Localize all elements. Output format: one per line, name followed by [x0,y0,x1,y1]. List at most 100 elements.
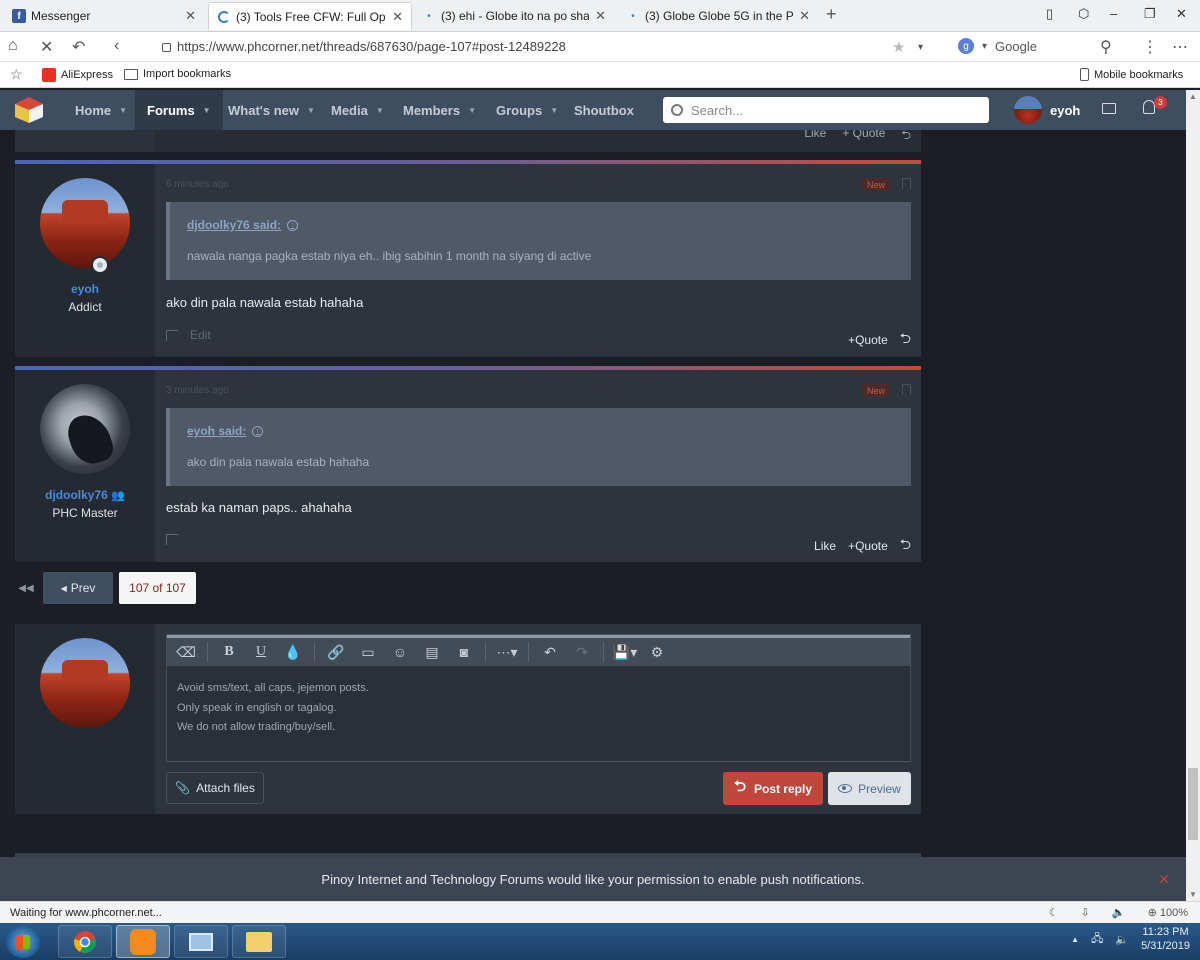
quote-button[interactable]: +Quote [848,333,888,347]
uc-browser-taskbar-icon[interactable] [116,925,170,958]
scroll-down-icon[interactable]: ▼ [1189,890,1197,899]
volume-icon[interactable]: 🔈 [1112,906,1126,919]
drafts-icon[interactable]: 💾▾ [610,640,640,664]
edit-button[interactable]: Edit [190,328,211,342]
arrow-up-icon[interactable]: ↑ [252,425,264,437]
search-engine-selector[interactable]: g ▾ Google [958,38,1037,54]
close-tab-icon[interactable]: ✕ [392,9,403,25]
reply-editor[interactable]: ⌫ B U 💧 🔗 ▭ ☺ ▤ ◙ ⋯▾ ↶ ↷ 💾▾ ⚙ Avoid sms/… [166,634,911,762]
nav-whats-new[interactable]: What's new ▼ [216,90,327,130]
page-scrollbar[interactable]: ▲ ▼ [1186,90,1200,901]
minimize-icon[interactable]: – [1110,6,1117,21]
reply-icon[interactable]: ⮌ [901,130,911,147]
star-icon[interactable]: ☆ [10,66,23,83]
post-username[interactable]: djdoolky76 👥 [15,488,155,502]
preview-button[interactable]: Preview [828,772,911,805]
site-logo[interactable] [14,96,44,124]
report-flag-icon[interactable] [166,329,178,341]
bookmark-star-icon[interactable]: ★ [892,38,905,56]
settings-gear-icon[interactable]: ⚙ [642,640,672,664]
camera-icon[interactable]: ◙ [449,640,479,664]
mail-icon[interactable] [1102,103,1116,114]
more-icon[interactable]: ⋯ [1172,37,1188,57]
start-button[interactable] [6,926,40,958]
nav-forums[interactable]: Forums ▼ [135,90,223,130]
image-icon[interactable]: ▭ [353,640,383,664]
close-tab-icon[interactable]: ✕ [185,8,196,24]
redo-icon[interactable]: ↷ [567,640,597,664]
bookmark-icon[interactable] [902,178,911,189]
post-time[interactable]: 6 minutes ago [166,179,229,190]
home-icon[interactable]: ⌂ [8,37,18,55]
chevron-down-icon[interactable]: ▼ [203,106,211,115]
tab-tools-free-cfw[interactable]: (3) Tools Free CFW: Full Open ✕ [208,2,412,30]
back-icon[interactable]: ‹ [114,37,119,55]
first-page-icon[interactable]: ◀◀ [15,572,37,604]
quote-button[interactable]: + Quote [842,130,885,147]
bookmark-import[interactable]: Import bookmarks [124,68,231,80]
chevron-down-icon[interactable]: ▼ [307,106,315,115]
chevron-down-icon[interactable]: ▾ [918,42,923,53]
maximize-icon[interactable]: ❐ [1144,6,1156,22]
speaker-icon[interactable]: 🔈 [1115,933,1129,946]
menu-icon[interactable]: ⋮ [1142,37,1158,57]
bookmark-icon[interactable] [902,384,911,395]
nav-home[interactable]: Home ▼ [63,90,139,130]
chevron-down-icon[interactable]: ▼ [376,106,384,115]
zoom-control[interactable]: ⊕ 100% [1148,906,1188,919]
download-icon[interactable]: ⇩ [1081,906,1090,919]
close-tab-icon[interactable]: ✕ [595,8,606,24]
stop-loading-icon[interactable]: ✕ [40,37,53,57]
account-menu[interactable]: eyoh [1014,96,1080,124]
scroll-up-icon[interactable]: ▲ [1189,92,1197,101]
scrollbar-thumb[interactable] [1188,768,1198,840]
undo-icon[interactable]: ↶ [535,640,565,664]
quote-button[interactable]: +Quote [848,539,888,553]
bookmark-aliexpress[interactable]: AliExpress [42,68,113,82]
close-window-icon[interactable]: ✕ [1176,6,1187,22]
arrow-up-icon[interactable]: ↑ [287,219,299,231]
reply-icon[interactable]: ⮌ [900,534,911,558]
search-icon[interactable]: ⚲ [1100,37,1112,57]
explorer-taskbar-icon[interactable] [232,925,286,958]
chrome-taskbar-icon[interactable] [58,925,112,958]
tab-messenger[interactable]: f Messenger ✕ [4,2,204,30]
post-reply-button[interactable]: ⮌ Post reply [723,772,823,805]
tab-globe-share[interactable]: • (3) ehi - Globe ito na po share ✕ [414,2,614,30]
nav-media[interactable]: Media ▼ [319,90,396,130]
nav-shoutbox[interactable]: Shoutbox [562,90,646,130]
link-icon[interactable]: 🔗 [321,640,351,664]
url-field[interactable]: https://www.phcorner.net/threads/687630/… [162,39,566,54]
extensions-icon[interactable]: ⬡ [1078,6,1089,22]
more-options-icon[interactable]: ⋯▾ [492,640,522,664]
undo-close-icon[interactable]: ↶ [72,37,85,57]
page-jump-button[interactable]: 107 of 107 [119,572,196,604]
like-button[interactable]: Like [804,130,826,147]
clock[interactable]: 11:23 PM 5/31/2019 [1141,925,1190,953]
site-search-input[interactable]: Search... [663,97,989,123]
night-mode-icon[interactable]: ☾ [1049,906,1059,919]
reply-icon[interactable]: ⮌ [900,328,911,352]
mobile-bookmarks[interactable]: Mobile bookmarks [1080,68,1183,81]
prev-page-button[interactable]: ◀ Prev [43,572,113,604]
text-color-icon[interactable]: 💧 [278,640,308,664]
avatar[interactable] [40,178,130,268]
quote-author[interactable]: eyoh said: ↑ [187,424,264,438]
like-button[interactable]: Like [814,539,836,553]
quote-author[interactable]: djdoolky76 said: ↑ [187,218,299,232]
nav-members[interactable]: Members ▼ [391,90,488,130]
close-icon[interactable]: ✕ [1158,871,1170,888]
new-tab-icon[interactable]: + [826,4,837,25]
post-username[interactable]: eyoh [15,282,155,296]
gif-icon[interactable]: ▤ [417,640,447,664]
show-hidden-icons[interactable]: ▲ [1071,935,1079,944]
chevron-down-icon[interactable]: ▼ [550,106,558,115]
avatar[interactable] [40,384,130,474]
nav-groups[interactable]: Groups ▼ [484,90,570,130]
chevron-down-icon[interactable]: ▼ [119,106,127,115]
network-icon[interactable]: 🖧 [1091,930,1103,949]
tab-strip-icon[interactable]: ▯ [1046,6,1053,22]
clear-formatting-icon[interactable]: ⌫ [171,640,201,664]
bold-icon[interactable]: B [214,640,244,664]
underline-icon[interactable]: U [246,640,276,664]
